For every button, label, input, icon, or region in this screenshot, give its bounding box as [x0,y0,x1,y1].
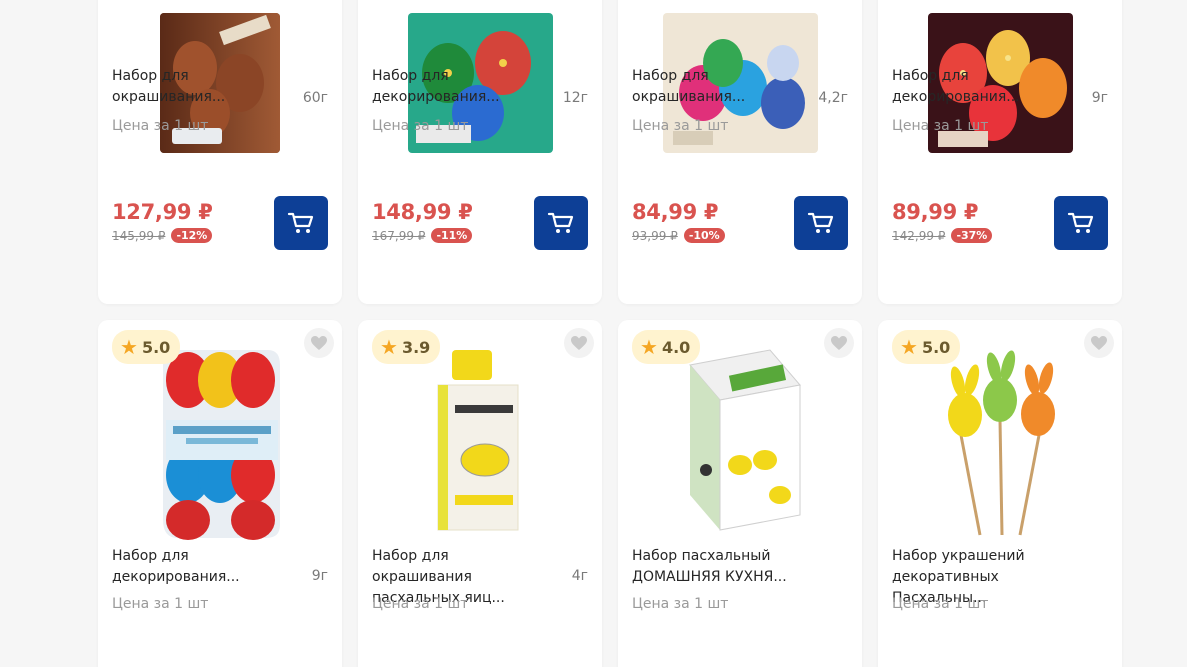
old-price-row: 145,99 ₽ -12% [112,228,213,243]
product-image[interactable] [658,340,822,540]
product-card[interactable]: ★ 4.0 Набор пасхальный ДОМАШНЯЯ КУХНЯ...… [618,320,862,667]
product-weight: 4,2г [818,90,848,106]
old-price: 145,99 ₽ [112,228,166,243]
unit-price-label: Цена за 1 шт [112,118,209,134]
star-icon: ★ [900,335,918,359]
unit-price-label: Цена за 1 шт [892,118,989,134]
cart-icon [1067,212,1094,233]
cart-icon [807,212,834,233]
product-weight: 9г [1091,90,1108,106]
product-card[interactable]: Набор для декорирования... 12г Цена за 1… [358,0,602,304]
add-to-cart-button[interactable] [274,196,328,250]
product-card[interactable]: Набор для окрашивания... 4,2г Цена за 1 … [618,0,862,304]
product-weight: 12г [562,90,588,106]
rating-value: 5.0 [141,337,171,357]
current-price: 127,99 ₽ [112,200,213,224]
unit-price-label: Цена за 1 шт [892,596,989,612]
star-icon: ★ [120,335,138,359]
discount-badge: -37% [951,228,993,243]
add-to-cart-button[interactable] [794,196,848,250]
favorite-button[interactable] [304,328,334,358]
star-icon: ★ [380,335,398,359]
discount-badge: -12% [171,228,213,243]
rating-value: 5.0 [921,337,951,357]
product-title[interactable]: Набор для декорирования... [892,66,1062,108]
product-image[interactable] [138,340,302,540]
cart-icon [287,212,314,233]
favorite-button[interactable] [824,328,854,358]
product-card[interactable]: Набор для декорирования... 9г Цена за 1 … [878,0,1122,304]
product-weight: 9г [311,568,328,584]
product-card[interactable]: ★ 5.0 Набор для декорирования... 9г Цена… [98,320,342,667]
discount-badge: -11% [431,228,473,243]
old-price-row: 93,99 ₽ -10% [632,228,725,243]
product-image[interactable] [398,340,562,540]
product-weight: 60г [302,90,328,106]
old-price: 142,99 ₽ [892,228,946,243]
old-price-row: 167,99 ₽ -11% [372,228,473,243]
unit-price-label: Цена за 1 шт [632,118,729,134]
product-title[interactable]: Набор для декорирования... [112,546,282,588]
product-card[interactable]: Набор для окрашивания... 60г Цена за 1 ш… [98,0,342,304]
discount-badge: -10% [683,228,725,243]
unit-price-label: Цена за 1 шт [372,118,469,134]
unit-price-label: Цена за 1 шт [112,596,209,612]
rating-value: 3.9 [401,337,431,357]
current-price: 89,99 ₽ [892,200,979,224]
product-image[interactable] [918,340,1082,540]
rating-badge: ★ 3.9 [372,330,441,364]
current-price: 148,99 ₽ [372,200,473,224]
star-icon: ★ [640,335,658,359]
rating-badge: ★ 5.0 [892,330,961,364]
product-grid: Набор для окрашивания... 60г Цена за 1 ш… [98,0,1122,667]
add-to-cart-button[interactable] [534,196,588,250]
rating-value: 4.0 [661,337,691,357]
unit-price-label: Цена за 1 шт [372,596,469,612]
product-title[interactable]: Набор для окрашивания... [112,66,282,108]
old-price: 167,99 ₽ [372,228,426,243]
favorite-button[interactable] [564,328,594,358]
current-price: 84,99 ₽ [632,200,719,224]
rating-badge: ★ 5.0 [112,330,181,364]
heart-icon [1091,336,1107,350]
old-price: 93,99 ₽ [632,228,678,243]
heart-icon [571,336,587,350]
old-price-row: 142,99 ₽ -37% [892,228,993,243]
product-title[interactable]: Набор для декорирования... [372,66,542,108]
product-title[interactable]: Набор для окрашивания... [632,66,802,108]
cart-icon [547,212,574,233]
product-weight: 4г [571,568,588,584]
add-to-cart-button[interactable] [1054,196,1108,250]
unit-price-label: Цена за 1 шт [632,596,729,612]
product-title[interactable]: Набор пасхальный ДОМАШНЯЯ КУХНЯ... [632,546,802,588]
favorite-button[interactable] [1084,328,1114,358]
rating-badge: ★ 4.0 [632,330,701,364]
product-card[interactable]: ★ 3.9 Набор для окрашивания пасхальных я… [358,320,602,667]
heart-icon [831,336,847,350]
heart-icon [311,336,327,350]
product-card[interactable]: ★ 5.0 Набор украшений декоративных Пасха… [878,320,1122,667]
